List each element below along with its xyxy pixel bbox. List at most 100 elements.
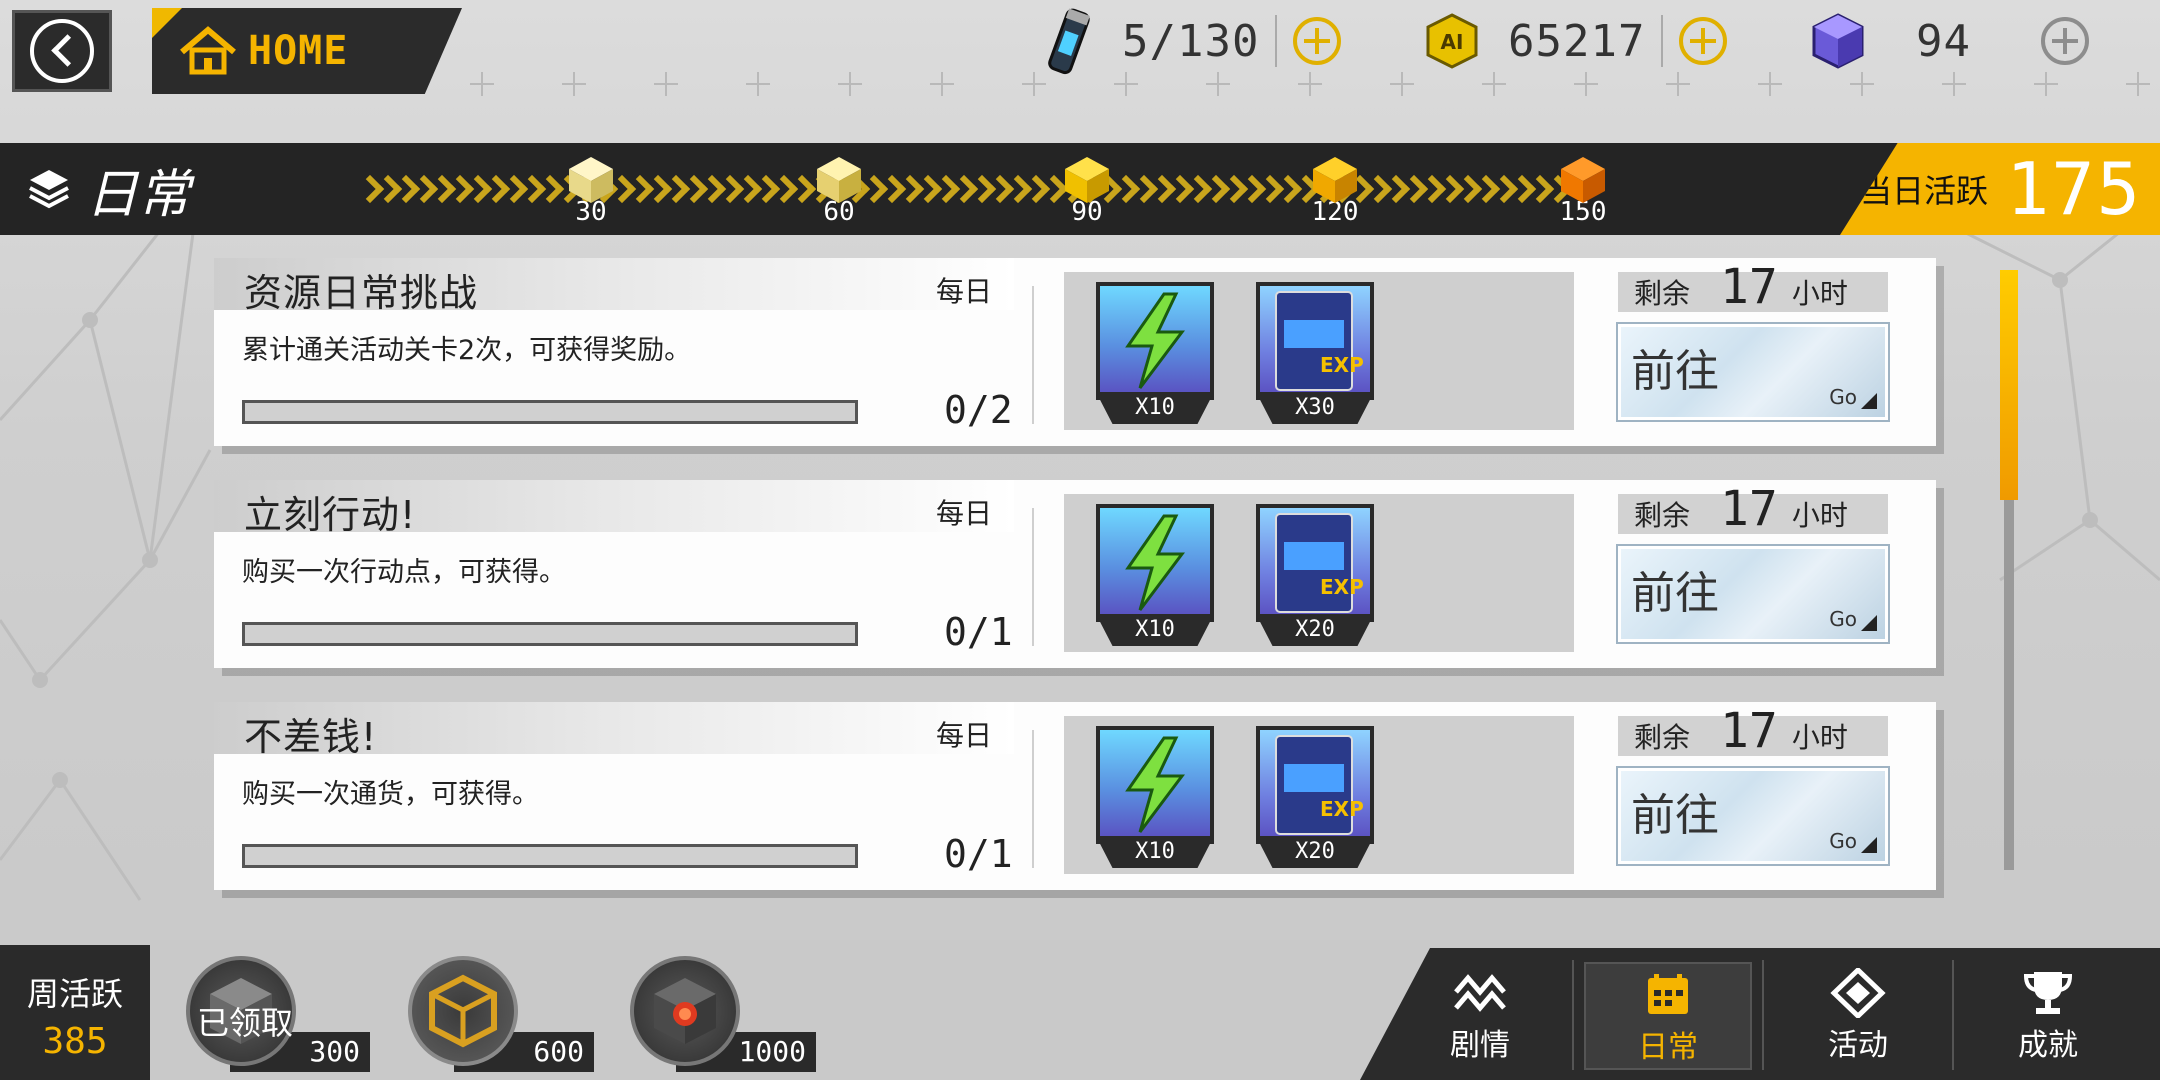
task-frequency: 每日 — [936, 497, 993, 530]
milestone-box-icon — [1555, 151, 1611, 207]
corner-arrow-icon — [1861, 837, 1877, 853]
svg-text:EXP: EXP — [1320, 575, 1364, 599]
reward-quantity: X10 — [1096, 392, 1214, 424]
go-button[interactable]: 前往 Go — [1618, 546, 1888, 642]
reward-box: X10 EXP X20 — [1064, 716, 1574, 874]
nav-daily[interactable]: 日常 — [1584, 962, 1752, 1070]
daily-active-value: 175 — [2005, 147, 2142, 231]
task-progress-bar — [242, 622, 858, 646]
home-label: HOME — [248, 28, 349, 74]
weekly-chest[interactable] — [408, 956, 518, 1066]
divider — [1032, 508, 1034, 646]
weekly-chest[interactable]: 已领取 — [186, 956, 296, 1066]
milestone-150[interactable]: 150 — [1548, 151, 1618, 235]
lightning-icon — [1096, 282, 1214, 400]
reward-item[interactable]: EXP X20 — [1256, 726, 1378, 872]
exp-card-icon: EXP — [1256, 504, 1374, 622]
resource-energy: 5/130 — [1040, 6, 1342, 76]
remaining-value: 17 — [1720, 259, 1778, 315]
reward-quantity: X10 — [1096, 614, 1214, 646]
corner-arrow-icon — [1861, 393, 1877, 409]
nav-label: 剧情 — [1450, 1028, 1510, 1063]
calendar-icon — [1640, 970, 1696, 1020]
lightning-icon — [1096, 504, 1214, 622]
add-crystal-button[interactable] — [2040, 17, 2089, 65]
story-icon — [1452, 968, 1508, 1018]
svg-text:EXP: EXP — [1320, 353, 1364, 377]
nav-label: 日常 — [1638, 1030, 1698, 1065]
reward-box: X10 EXP X30 — [1064, 272, 1574, 430]
remaining-label: 剩余 — [1634, 721, 1691, 754]
milestone-box-icon — [1059, 151, 1115, 207]
red-core-chest-icon — [654, 978, 716, 1044]
task-title: 立刻行动! — [244, 493, 417, 537]
lightning-icon — [1096, 726, 1214, 844]
go-button[interactable]: 前往 Go — [1618, 768, 1888, 864]
reward-quantity: X20 — [1256, 836, 1374, 868]
daily-active-panel: 当日活跃 175 — [1840, 143, 2160, 235]
milestone-box-icon — [1307, 151, 1363, 207]
crystal-cube-icon — [1812, 13, 1864, 69]
nav-divider — [1762, 960, 1764, 1070]
milestone-30[interactable]: 30 — [556, 151, 626, 235]
task-progress-bar — [242, 400, 858, 424]
milestone-120[interactable]: 120 — [1300, 151, 1370, 235]
task-progress-value: 0/1 — [944, 832, 1013, 876]
nav-label: 成就 — [2018, 1028, 2078, 1063]
remaining-value: 17 — [1720, 703, 1778, 759]
time-remaining: 剩余 17 小时 — [1618, 259, 1888, 315]
add-energy-button[interactable] — [1293, 17, 1342, 65]
time-remaining: 剩余 17 小时 — [1618, 481, 1888, 537]
task-card: 资源日常挑战 每日 累计通关活动关卡2次，可获得奖励。 0/2 X10 EXP … — [214, 258, 1936, 446]
weekly-activity-panel: 周活跃 385 — [0, 945, 150, 1080]
weekly-label: 周活跃 — [26, 975, 123, 1013]
claimed-label: 已领取 — [196, 1004, 293, 1042]
remaining-value: 17 — [1720, 481, 1778, 537]
banner-title: 日常 — [26, 153, 190, 225]
gold-frame-chest-icon — [429, 974, 497, 1048]
task-description: 累计通关活动关卡2次，可获得奖励。 — [242, 335, 692, 366]
resource-crystal: 94 — [1808, 6, 2089, 76]
reward-item[interactable]: X10 — [1096, 282, 1218, 428]
resource-coin: AI 65217 — [1424, 6, 1728, 76]
nav-divider — [1952, 960, 1954, 1070]
home-button[interactable]: HOME — [152, 8, 462, 94]
task-title: 不差钱! — [244, 715, 378, 759]
scrollbar-thumb[interactable] — [2000, 270, 2018, 500]
daily-activity-banner: 日常 30 60 90 120 150 当日活跃 175 — [0, 143, 2160, 235]
nav-divider — [1572, 960, 1574, 1070]
nav-events[interactable]: 活动 — [1774, 962, 1942, 1070]
milestone-90[interactable]: 90 — [1052, 151, 1122, 235]
nav-achievements[interactable]: 成就 — [1964, 962, 2132, 1070]
reward-item[interactable]: X10 — [1096, 726, 1218, 872]
go-button-sublabel: Go — [1829, 385, 1857, 409]
top-bar: HOME 5/130 AI 65217 94 — [0, 0, 2160, 110]
task-progress-value: 0/2 — [944, 388, 1013, 432]
reward-item[interactable]: EXP X20 — [1256, 504, 1378, 650]
progress-chevrons — [360, 173, 1570, 205]
resource-divider — [1661, 15, 1664, 67]
crystal-value: 94 — [1916, 15, 1971, 67]
nav-story[interactable]: 剧情 — [1396, 962, 1564, 1070]
layers-icon — [29, 170, 69, 209]
reward-item[interactable]: X10 — [1096, 504, 1218, 650]
task-progress-bar — [242, 844, 858, 868]
go-button-sublabel: Go — [1829, 607, 1857, 631]
add-coin-button[interactable] — [1679, 17, 1728, 65]
task-description: 购买一次行动点，可获得。 — [242, 557, 566, 588]
go-button[interactable]: 前往 Go — [1618, 324, 1888, 420]
weekly-chest[interactable] — [630, 956, 740, 1066]
reward-item[interactable]: EXP X30 — [1256, 282, 1378, 428]
energy-value: 5/130 — [1122, 15, 1260, 67]
energy-vial-icon — [1048, 8, 1090, 75]
weekly-value: 385 — [42, 1021, 108, 1062]
coin-value: 65217 — [1508, 15, 1646, 67]
daily-active-label: 当日活跃 — [1859, 172, 1988, 210]
exp-card-icon: EXP — [1256, 726, 1374, 844]
corner-arrow-icon — [1861, 615, 1877, 631]
nav-label: 活动 — [1828, 1028, 1888, 1063]
task-card: 立刻行动! 每日 购买一次行动点，可获得。 0/1 X10 EXP X20 剩余… — [214, 480, 1936, 668]
activity-icon — [1830, 966, 1886, 1020]
milestone-60[interactable]: 60 — [804, 151, 874, 235]
back-button[interactable] — [12, 10, 112, 92]
